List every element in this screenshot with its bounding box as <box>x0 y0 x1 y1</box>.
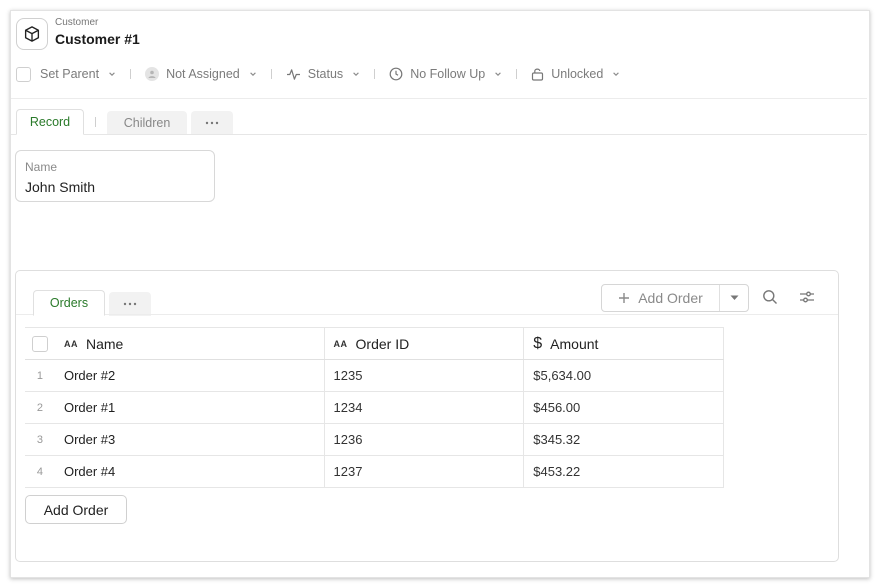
assignee-label: Not Assigned <box>166 67 240 81</box>
order-id-cell[interactable]: 1234 <box>325 400 524 415</box>
amount-cell[interactable]: $5,634.00 <box>524 368 723 383</box>
row-index: 1 <box>25 359 55 392</box>
chevron-down-icon <box>353 72 359 76</box>
record-tabs: Record Children <box>16 109 233 135</box>
column-header-order-id[interactable]: AA Order ID <box>324 327 525 360</box>
record-type-label: Customer <box>55 17 99 28</box>
chevron-down-icon <box>495 72 502 76</box>
user-avatar-icon <box>145 67 160 81</box>
table-header-row: AA Name AA Order ID $ Amount <box>25 327 724 360</box>
order-name-cell[interactable]: Order #1 <box>55 400 324 415</box>
add-order-split-button: Add Order <box>601 284 749 312</box>
search-icon <box>763 290 777 304</box>
order-id-cell[interactable]: 1236 <box>325 432 524 447</box>
order-id-cell[interactable]: 1237 <box>325 464 524 479</box>
chevron-down-icon <box>613 72 620 76</box>
more-tabs-button[interactable] <box>191 111 233 135</box>
ellipsis-icon <box>123 302 137 306</box>
record-window: Customer Customer #1 Set Parent Not Assi… <box>10 10 870 578</box>
tab-orders[interactable]: Orders <box>33 290 105 316</box>
toolbar-divider <box>130 69 132 79</box>
record-toolbar: Set Parent Not Assigned Status No Follow… <box>16 64 620 84</box>
select-all-cell[interactable] <box>25 327 55 360</box>
tab-children[interactable]: Children <box>107 111 187 135</box>
amount-cell[interactable]: $345.32 <box>524 432 723 447</box>
tabs-divider <box>11 134 867 135</box>
table-row[interactable]: 2 Order #1 1234 $456.00 <box>25 391 724 424</box>
toolbar-divider <box>374 69 376 79</box>
column-label: Name <box>85 335 124 352</box>
column-label: Amount <box>550 335 599 352</box>
chevron-down-icon <box>109 72 115 76</box>
unlock-icon <box>532 68 544 81</box>
add-order-dropdown-button[interactable] <box>720 285 748 311</box>
set-parent-dropdown[interactable]: Set Parent <box>16 66 116 82</box>
select-all-checkbox[interactable] <box>31 335 48 352</box>
assignee-dropdown[interactable]: Not Assigned <box>145 67 257 81</box>
ellipsis-icon <box>205 121 219 125</box>
lock-dropdown[interactable]: Unlocked <box>531 67 620 81</box>
orders-panel: Orders Add Order AA Name AA Order ID $ A… <box>15 270 839 562</box>
column-label: Order ID <box>355 335 410 352</box>
filter-settings-button[interactable] <box>798 288 816 306</box>
order-name-cell[interactable]: Order #4 <box>55 464 324 479</box>
lock-label: Unlocked <box>551 67 604 81</box>
orders-tabs-divider <box>16 314 838 315</box>
parent-checkbox-icon <box>16 66 31 82</box>
currency-type-icon: $ <box>533 334 543 352</box>
orders-tabs: Orders <box>33 290 151 316</box>
amount-cell[interactable]: $453.22 <box>524 464 723 479</box>
column-header-name[interactable]: AA Name <box>54 327 325 360</box>
name-field-value: John Smith <box>25 179 96 195</box>
activity-icon <box>286 68 300 80</box>
table-row[interactable]: 4 Order #4 1237 $453.22 <box>25 455 724 488</box>
name-field-label: Name <box>25 160 58 174</box>
follow-up-dropdown[interactable]: No Follow Up <box>389 67 502 81</box>
tab-record[interactable]: Record <box>16 109 84 135</box>
add-order-footer-button[interactable]: Add Order <box>25 495 127 524</box>
order-id-cell[interactable]: 1235 <box>325 368 524 383</box>
order-name-cell[interactable]: Order #3 <box>55 432 324 447</box>
status-label: Status <box>307 67 344 81</box>
caret-down-icon <box>730 295 738 300</box>
page-title: Customer #1 <box>55 31 140 47</box>
status-dropdown[interactable]: Status <box>286 67 360 81</box>
row-index: 4 <box>25 455 55 488</box>
header-divider <box>11 98 867 99</box>
table-row[interactable]: 1 Order #2 1235 $5,634.00 <box>25 359 724 392</box>
name-field[interactable]: Name John Smith <box>15 150 215 202</box>
follow-up-label: No Follow Up <box>410 67 486 81</box>
orders-table: AA Name AA Order ID $ Amount 1 Order #2 123… <box>25 327 724 488</box>
sliders-icon <box>800 291 814 303</box>
tab-divider <box>95 117 96 127</box>
add-order-button[interactable]: Add Order <box>602 285 719 311</box>
chevron-down-icon <box>249 72 256 76</box>
text-type-icon: AA <box>333 338 348 349</box>
amount-cell[interactable]: $456.00 <box>524 400 723 415</box>
row-index: 3 <box>25 423 55 456</box>
table-row[interactable]: 3 Order #3 1236 $345.32 <box>25 423 724 456</box>
toolbar-divider <box>270 69 272 79</box>
text-type-icon: AA <box>63 338 78 349</box>
cube-icon <box>16 18 48 50</box>
orders-more-button[interactable] <box>109 292 151 316</box>
row-index: 2 <box>25 391 55 424</box>
order-name-cell[interactable]: Order #2 <box>55 368 324 383</box>
plus-icon <box>619 293 630 303</box>
search-button[interactable] <box>761 288 779 306</box>
toolbar-divider <box>516 69 518 79</box>
column-header-amount[interactable]: $ Amount <box>523 327 724 360</box>
clock-icon <box>389 67 403 81</box>
add-order-label: Add Order <box>638 290 703 306</box>
set-parent-label: Set Parent <box>40 67 100 81</box>
